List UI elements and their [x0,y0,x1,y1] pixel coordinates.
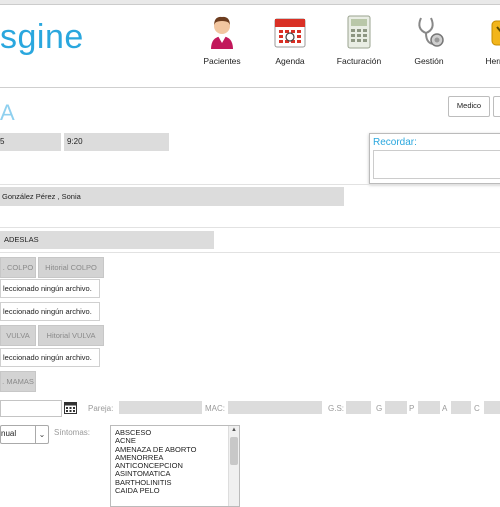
nav-item-gestion[interactable]: Gestión [399,13,459,66]
gs-field[interactable] [346,401,371,414]
tools-icon [477,13,500,51]
scrollbar-thumb[interactable] [230,437,238,465]
colpo-history-button[interactable]: Hitorial COLPO [38,257,104,278]
page-title: A [0,100,15,125]
recordar-textarea[interactable] [373,150,500,179]
nav-label: Facturación [336,56,382,66]
sintomas-label: Síntomas: [54,428,91,437]
scroll-up-icon[interactable]: ▲ [231,427,237,433]
list-item[interactable]: CAIDA PELO [111,486,225,495]
vulva-history-button[interactable]: Hitorial VULVA [38,325,104,346]
calculator-icon [340,13,378,51]
g-field[interactable] [385,401,407,414]
mamas-button[interactable]: . MAMAS [0,371,36,392]
recordar-label: Recordar: [373,137,417,148]
pareja-label: Pareja: [88,404,114,413]
patient-insurer[interactable]: ADESLAS [0,231,214,249]
p-label: P [409,404,415,413]
nav-item-herramientas[interactable]: Herra [466,13,500,66]
g-label: G [376,404,383,413]
colpo-button[interactable]: . COLPO [0,257,36,278]
nav-item-facturacion[interactable]: Facturación [329,13,389,66]
calendar-picker-icon[interactable] [64,402,77,414]
patient-name[interactable]: González Pérez , Sonia [0,187,344,206]
divider [0,227,500,228]
divider [0,184,500,185]
nav-label: Herra [485,56,500,66]
colpo-file-input[interactable]: leccionado ningún archivo. [0,279,100,298]
chevron-down-icon[interactable]: ⌄ [35,426,48,443]
visit-date[interactable]: 5 [0,133,61,151]
app-logo[interactable]: sgine [0,18,84,57]
scrollbar[interactable]: ▲ [228,426,239,506]
nav-label: Agenda [275,56,305,66]
type-select-value: nual [1,429,17,438]
sintomas-listbox[interactable]: ABSCESO ACNE AMENAZA DE ABORTO AMENORREA… [110,425,240,507]
nav-item-pacientes[interactable]: Pacientes [192,13,252,66]
file-input[interactable]: leccionado ningún archivo. [0,302,100,321]
vulva-file-input[interactable]: leccionado ningún archivo. [0,348,100,367]
c-field[interactable] [484,401,500,414]
pareja-field[interactable] [119,401,202,414]
calendar-icon [271,13,309,51]
vulva-button[interactable]: VULVA [0,325,36,346]
next-button[interactable] [493,96,500,117]
a-label: A [442,404,448,413]
nav-label: Pacientes [203,56,241,66]
type-select[interactable]: nual ⌄ [0,425,49,444]
medico-button[interactable]: Medico [448,96,490,117]
nav-item-agenda[interactable]: Agenda [260,13,320,66]
c-label: C [474,404,480,413]
a-field[interactable] [451,401,471,414]
stethoscope-icon [410,13,448,51]
nav-label: Gestión [414,56,444,66]
mac-field[interactable] [228,401,322,414]
date-input[interactable] [0,400,62,417]
p-field[interactable] [418,401,440,414]
divider [0,252,500,253]
mac-label: MAC: [205,404,225,413]
visit-time[interactable]: 9:20 [64,133,169,151]
gs-label: G.S: [328,404,345,413]
patient-icon [203,13,241,51]
